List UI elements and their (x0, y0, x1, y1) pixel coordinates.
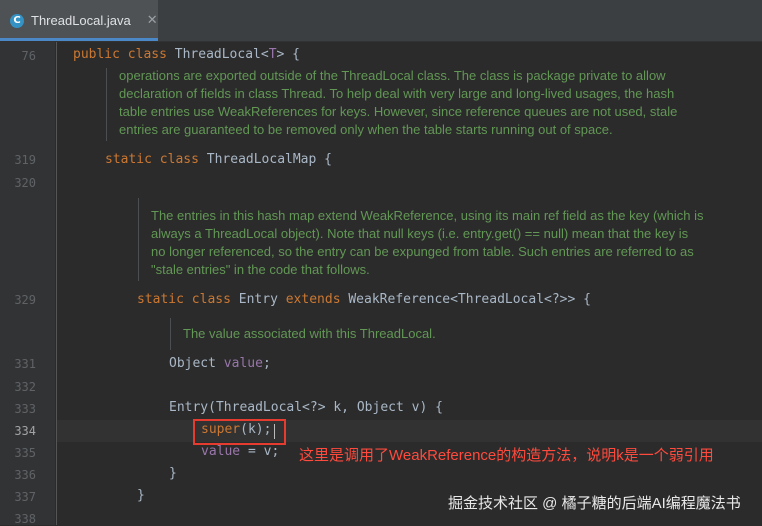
editor-tab-bar: C ThreadLocal.java ✕ (0, 0, 762, 42)
field-name: value (201, 444, 241, 459)
close-icon[interactable]: ✕ (147, 13, 158, 28)
line-number-current: 334 (14, 424, 36, 438)
line-number: 331 (14, 357, 36, 371)
line-number: 332 (14, 380, 36, 394)
current-line-highlight (57, 420, 762, 442)
keyword: extends (285, 292, 341, 307)
code-line-319[interactable]: static class ThreadLocalMap { (105, 152, 332, 167)
doc-comment-bar (138, 198, 139, 281)
code-line-337[interactable]: } (137, 488, 145, 503)
code-line-336[interactable]: } (169, 466, 177, 481)
keyword: public (73, 47, 120, 62)
code-text: WeakReference<ThreadLocal<?>> { (340, 292, 591, 307)
line-number: 336 (14, 468, 36, 482)
highlight-box (193, 419, 286, 445)
class-name: Entry (238, 292, 286, 307)
code-text: > { (276, 47, 300, 62)
line-number: 337 (14, 490, 36, 504)
keyword: static (137, 292, 184, 307)
doc-comment-value: The value associated with this ThreadLoc… (183, 326, 436, 341)
code-line-331[interactable]: Object value; (169, 356, 271, 371)
line-number: 329 (14, 293, 36, 307)
class-icon: C (10, 13, 24, 28)
annotation-text: 这里是调用了WeakReference的构造方法，说明k是一个弱引用 (299, 447, 714, 464)
gutter-divider (56, 42, 57, 525)
class-name: ThreadLocal< (174, 47, 269, 62)
constructor-signature: Entry(ThreadLocal<?> k, Object v) { (169, 400, 443, 415)
class-name: ThreadLocalMap { (206, 152, 332, 167)
line-number: 335 (14, 446, 36, 460)
line-number: 76 (21, 49, 36, 63)
tab-threadlocal-java[interactable]: C ThreadLocal.java ✕ (0, 0, 158, 41)
keyword: class (191, 292, 231, 307)
type-name: Object (169, 356, 224, 371)
keyword: static (105, 152, 152, 167)
doc-comment-bar (170, 318, 171, 350)
doc-comment-bar (106, 68, 107, 141)
line-number: 319 (14, 153, 36, 167)
code-text: } (169, 466, 177, 481)
code-text: } (137, 488, 145, 503)
tab-title: ThreadLocal.java (31, 13, 131, 28)
code-line-333[interactable]: Entry(ThreadLocal<?> k, Object v) { (169, 400, 443, 415)
code-line-76[interactable]: public class ThreadLocal<T> { (73, 47, 300, 62)
doc-comment-threadlocalmap: The entries in this hash map extend Weak… (151, 208, 704, 277)
type-param: T (268, 47, 277, 62)
code-text: ; (262, 356, 271, 371)
active-tab-indicator (0, 38, 158, 41)
field-name: value (223, 356, 263, 371)
keyword: class (159, 152, 199, 167)
line-number: 320 (14, 176, 36, 190)
code-line-335[interactable]: value = v; (201, 444, 279, 459)
code-line-329[interactable]: static class Entry extends WeakReference… (137, 292, 591, 307)
line-number: 338 (14, 512, 36, 526)
line-number: 333 (14, 402, 36, 416)
code-text: = v; (240, 444, 280, 459)
keyword: class (127, 47, 167, 62)
doc-comment-threadlocal: operations are exported outside of the T… (119, 68, 678, 137)
watermark: 掘金技术社区 @ 橘子糖的后端AI编程魔法书 (448, 495, 741, 512)
